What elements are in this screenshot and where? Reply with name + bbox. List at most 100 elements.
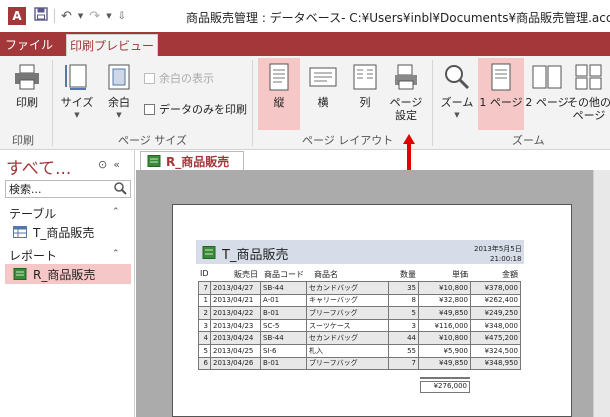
category-tables[interactable]: テーブル xyxy=(9,205,56,222)
two-page-button[interactable]: 2 ページ xyxy=(525,62,569,109)
nav-item-report[interactable]: R_商品販売 xyxy=(5,264,131,284)
report-icon xyxy=(147,155,161,167)
table-cell: ¥49,850 xyxy=(418,306,471,320)
table-row: 5 2013/04/25 SI-6 札入 55 ¥5,900 ¥324,500 xyxy=(198,343,521,358)
group-separator xyxy=(252,60,253,146)
table-cell: B-01 xyxy=(260,306,307,320)
zoom-button[interactable]: ズーム ▼ xyxy=(437,62,477,122)
toolbar-separator xyxy=(54,9,55,23)
save-icon[interactable] xyxy=(34,7,48,25)
landscape-button[interactable]: 横 xyxy=(304,62,342,109)
table-cell: 8 xyxy=(388,293,419,308)
column-header-product-code: 商品コード xyxy=(264,270,304,279)
table-cell: SB-44 xyxy=(260,331,307,345)
margins-icon xyxy=(104,62,134,92)
collapse-tables-icon[interactable]: ⌃ xyxy=(112,207,120,217)
two-page-icon xyxy=(532,62,562,92)
table-cell: セカンドバッグ xyxy=(306,281,389,295)
report-total: ¥276,000 xyxy=(420,381,470,393)
table-cell: ¥249,250 xyxy=(470,306,521,320)
table-cell: 2013/04/24 xyxy=(210,331,261,345)
vertical-scrollbar[interactable] xyxy=(593,170,610,417)
table-cell: 2013/04/23 xyxy=(210,318,261,333)
size-label: サイズ xyxy=(60,96,94,109)
nav-item-table[interactable]: T_商品販売 xyxy=(5,222,131,242)
undo-icon[interactable]: ↶ xyxy=(61,9,72,24)
page-setup-button[interactable]: ページ 設定 xyxy=(386,62,426,122)
margin-button[interactable]: 余白 ▼ xyxy=(100,62,138,122)
more-pages-button[interactable]: その他の ページ xyxy=(568,62,610,122)
more-pages-icon xyxy=(574,62,604,92)
undo-dropdown-icon[interactable]: ▼ xyxy=(78,12,83,20)
table-cell: 5 xyxy=(198,343,211,358)
table-cell: 2013/04/26 xyxy=(210,356,261,371)
size-dropdown-icon: ▼ xyxy=(74,111,80,119)
table-cell: 2 xyxy=(198,306,211,320)
margin-dropdown-icon: ▼ xyxy=(116,111,122,119)
report-data-table: 7 2013/04/27 SB-44 セカンドバッグ 35 ¥10,800 ¥378,000… xyxy=(198,281,521,371)
column-header-unit-price: 単価 xyxy=(452,270,468,279)
landscape-page-icon xyxy=(308,62,338,92)
group-label-print: 印刷 xyxy=(12,134,34,147)
magnifier-icon xyxy=(442,62,472,92)
portrait-label: 縦 xyxy=(273,96,285,109)
columns-label: 列 xyxy=(359,96,371,109)
group-separator xyxy=(52,60,53,146)
quick-access-toolbar: ↶ ▼ ↷ ▼ ⇩ xyxy=(34,7,126,25)
page-setup-label-1: ページ xyxy=(389,96,423,109)
table-icon xyxy=(13,226,27,238)
table-item-label: T_商品販売 xyxy=(33,225,95,240)
collapse-reports-icon[interactable]: ⌃ xyxy=(112,249,120,259)
nav-search-input[interactable]: 検索... xyxy=(5,180,131,198)
customize-toolbar-icon[interactable]: ⇩ xyxy=(118,11,126,22)
column-header-product-name: 商品名 xyxy=(314,270,338,279)
table-cell: 44 xyxy=(388,331,419,345)
total-separator-line xyxy=(420,377,470,379)
redo-icon[interactable]: ↷ xyxy=(89,9,100,24)
report-title: T_商品販売 xyxy=(222,248,289,263)
table-cell: 35 xyxy=(388,281,419,295)
table-cell: 2013/04/21 xyxy=(210,293,261,308)
margin-label: 余白 xyxy=(108,96,130,109)
table-cell: セカンドバッグ xyxy=(306,331,389,345)
table-cell: ブリーフバッグ xyxy=(306,306,389,320)
access-app-icon[interactable]: A xyxy=(8,7,26,25)
show-margins-label: 余白の表示 xyxy=(159,72,214,85)
tab-file[interactable]: ファイル xyxy=(0,32,58,56)
table-cell: 4 xyxy=(198,331,211,345)
zoom-label: ズーム xyxy=(440,96,474,109)
ribbon-tab-row: ファイル 印刷プレビュー xyxy=(0,32,610,56)
size-button[interactable]: サイズ ▼ xyxy=(58,62,96,122)
table-cell: 7 xyxy=(198,281,211,295)
table-cell: 7 xyxy=(388,356,419,371)
show-margins-checkbox[interactable]: 余白の表示 xyxy=(144,70,214,86)
tab-print-preview[interactable]: 印刷プレビュー xyxy=(66,34,158,56)
portrait-button[interactable]: 縦 xyxy=(258,58,300,130)
column-header-amount: 金額 xyxy=(502,270,518,279)
paper-size-icon xyxy=(62,62,92,92)
table-cell: スーツケース xyxy=(306,318,389,333)
print-data-only-checkbox[interactable]: データのみを印刷 xyxy=(144,101,247,117)
print-button[interactable]: 印刷 xyxy=(8,62,46,109)
navigation-pane: すべて... ⊙ « 検索... テーブル ⌃ T_商品販売 レポート ⌃ R_… xyxy=(0,150,135,417)
zoom-dropdown-icon: ▼ xyxy=(454,111,460,119)
category-reports[interactable]: レポート xyxy=(9,247,57,264)
table-cell: 5 xyxy=(388,306,419,320)
red-arrow-annotation xyxy=(403,134,415,170)
search-icon[interactable] xyxy=(114,182,127,198)
report-item-label: R_商品販売 xyxy=(33,267,96,282)
table-cell: B-01 xyxy=(260,356,307,371)
table-cell: ¥49,850 xyxy=(418,356,471,371)
document-tab-report[interactable]: R_商品販売 xyxy=(140,151,244,170)
nav-header-controls: ⊙ « xyxy=(98,158,120,171)
nav-header[interactable]: すべて... xyxy=(6,154,71,179)
ribbon: 印刷 印刷 サイズ ▼ 余白 ▼ 余白の表示 データのみを印刷 ページ サイズ … xyxy=(0,56,610,150)
one-page-button[interactable]: 1 ページ xyxy=(478,58,524,130)
columns-button[interactable]: 列 xyxy=(346,62,384,109)
table-cell: ¥116,000 xyxy=(418,318,471,333)
table-cell: ¥32,800 xyxy=(418,293,471,308)
table-cell: 2013/04/22 xyxy=(210,306,261,320)
redo-dropdown-icon[interactable]: ▼ xyxy=(106,12,111,20)
collapse-pane-icon[interactable]: « xyxy=(113,158,120,171)
nav-menu-chevron-icon[interactable]: ⊙ xyxy=(98,158,107,171)
